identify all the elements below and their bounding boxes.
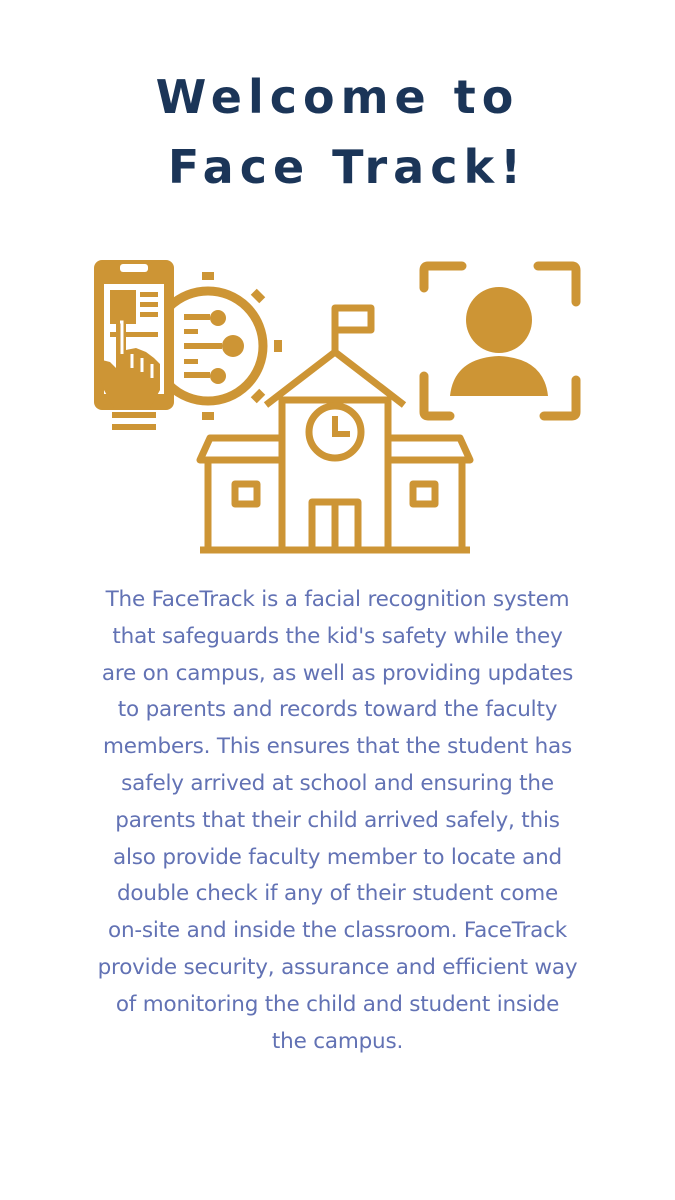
description-line: safely arrived at school and ensuring th…: [121, 770, 554, 796]
description-line: The FaceTrack is a facial recognition sy…: [105, 587, 570, 612]
description-line: parents that their child arrived safely,…: [115, 807, 560, 833]
phone-fingerprint-icon: [94, 260, 174, 430]
description-line: double check if any of their student com…: [116, 881, 559, 907]
description-line: provide security, assurance and efficien…: [97, 954, 578, 980]
description-line: to parents and records toward the facult…: [117, 697, 558, 723]
description-line: on-site and inside the classroom. FaceTr…: [107, 918, 568, 944]
description-line: also provide faculty member to locate an…: [112, 844, 562, 870]
description-line: that safeguards the kid's safety while t…: [112, 623, 563, 649]
description-line: the campus.: [271, 1028, 404, 1054]
description-line: members. This ensures that the student h…: [102, 734, 573, 760]
description-line: are on campus, as well as providing upda…: [101, 660, 574, 686]
clock-icon: [305, 402, 365, 462]
face-scan-user-icon: [419, 261, 581, 421]
page-title: Welcome to Face Track!: [0, 62, 675, 202]
title-line-1: Welcome to: [155, 70, 520, 124]
circuit-icon: [184, 310, 244, 384]
title-line-2: Face Track!: [167, 140, 528, 194]
facetrack-illustration: [94, 260, 581, 554]
description-line: of monitoring the child and student insi…: [115, 991, 560, 1017]
description-text: The FaceTrack is a facial recognition sy…: [72, 582, 603, 1060]
